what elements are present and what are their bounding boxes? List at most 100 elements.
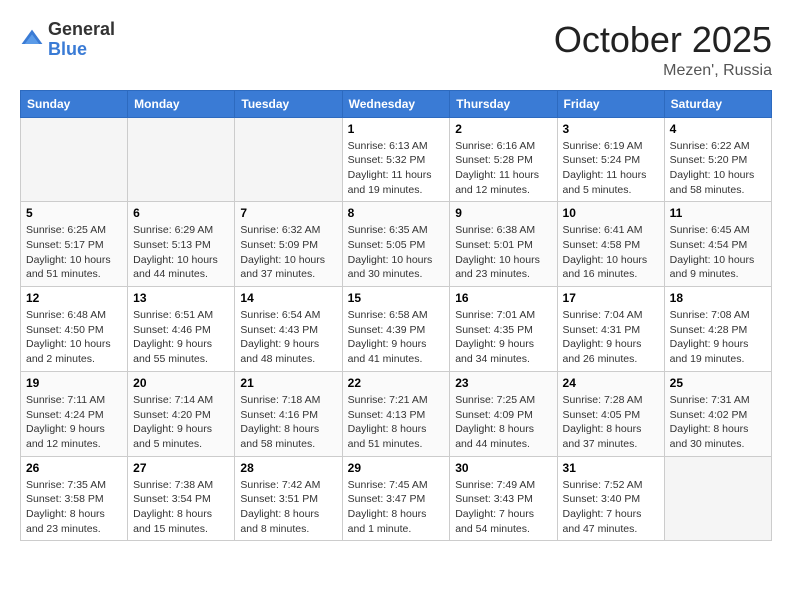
calendar-cell: 20 Sunrise: 7:14 AM Sunset: 4:20 PM Dayli…	[128, 371, 235, 456]
weekday-header-tuesday: Tuesday	[235, 90, 342, 117]
calendar-week-1: 1 Sunrise: 6:13 AM Sunset: 5:32 PM Daylig…	[21, 117, 772, 202]
location: Mezen', Russia	[554, 62, 772, 80]
day-detail: Sunrise: 7:45 AM Sunset: 3:47 PM Dayligh…	[348, 478, 445, 537]
weekday-header-friday: Friday	[557, 90, 664, 117]
day-detail: Sunrise: 6:32 AM Sunset: 5:09 PM Dayligh…	[240, 223, 336, 282]
day-number: 5	[26, 206, 122, 220]
day-number: 3	[563, 122, 659, 136]
day-detail: Sunrise: 7:25 AM Sunset: 4:09 PM Dayligh…	[455, 393, 551, 452]
day-detail: Sunrise: 7:21 AM Sunset: 4:13 PM Dayligh…	[348, 393, 445, 452]
day-detail: Sunrise: 7:42 AM Sunset: 3:51 PM Dayligh…	[240, 478, 336, 537]
month-title: October 2025	[554, 20, 772, 60]
day-number: 10	[563, 206, 659, 220]
calendar-table: SundayMondayTuesdayWednesdayThursdayFrid…	[20, 90, 772, 542]
day-number: 7	[240, 206, 336, 220]
calendar-cell: 12 Sunrise: 6:48 AM Sunset: 4:50 PM Dayli…	[21, 287, 128, 372]
day-detail: Sunrise: 7:52 AM Sunset: 3:40 PM Dayligh…	[563, 478, 659, 537]
day-number: 2	[455, 122, 551, 136]
calendar-cell: 30Sunrise: 7:49 AM Sunset: 3:43 PM Dayli…	[450, 456, 557, 541]
day-number: 15	[348, 291, 445, 305]
day-detail: Sunrise: 6:54 AM Sunset: 4:43 PM Dayligh…	[240, 308, 336, 367]
day-number: 23	[455, 376, 551, 390]
weekday-header-saturday: Saturday	[664, 90, 771, 117]
day-number: 27	[133, 461, 229, 475]
weekday-header-wednesday: Wednesday	[342, 90, 450, 117]
logo-blue: Blue	[48, 40, 115, 60]
day-number: 18	[670, 291, 766, 305]
day-number: 31	[563, 461, 659, 475]
day-number: 8	[348, 206, 445, 220]
calendar-week-3: 12 Sunrise: 6:48 AM Sunset: 4:50 PM Dayli…	[21, 287, 772, 372]
calendar-cell: 31 Sunrise: 7:52 AM Sunset: 3:40 PM Dayli…	[557, 456, 664, 541]
day-detail: Sunrise: 6:19 AM Sunset: 5:24 PM Dayligh…	[563, 139, 659, 198]
calendar-cell: 19Sunrise: 7:11 AM Sunset: 4:24 PM Dayli…	[21, 371, 128, 456]
logo-icon	[20, 28, 44, 52]
day-detail: Sunrise: 6:41 AM Sunset: 4:58 PM Dayligh…	[563, 223, 659, 282]
calendar-cell: 13 Sunrise: 6:51 AM Sunset: 4:46 PM Dayli…	[128, 287, 235, 372]
calendar-cell: 28 Sunrise: 7:42 AM Sunset: 3:51 PM Dayli…	[235, 456, 342, 541]
calendar-cell: 25 Sunrise: 7:31 AM Sunset: 4:02 PM Dayli…	[664, 371, 771, 456]
calendar-cell: 22 Sunrise: 7:21 AM Sunset: 4:13 PM Dayli…	[342, 371, 450, 456]
calendar-cell: 4 Sunrise: 6:22 AM Sunset: 5:20 PM Daylig…	[664, 117, 771, 202]
calendar-cell: 3 Sunrise: 6:19 AM Sunset: 5:24 PM Daylig…	[557, 117, 664, 202]
logo: General Blue	[20, 20, 115, 60]
day-detail: Sunrise: 7:04 AM Sunset: 4:31 PM Dayligh…	[563, 308, 659, 367]
day-detail: Sunrise: 6:29 AM Sunset: 5:13 PM Dayligh…	[133, 223, 229, 282]
day-detail: Sunrise: 6:48 AM Sunset: 4:50 PM Dayligh…	[26, 308, 122, 367]
calendar-cell: 7 Sunrise: 6:32 AM Sunset: 5:09 PM Daylig…	[235, 202, 342, 287]
day-detail: Sunrise: 7:08 AM Sunset: 4:28 PM Dayligh…	[670, 308, 766, 367]
day-number: 26	[26, 461, 122, 475]
day-number: 25	[670, 376, 766, 390]
calendar-week-2: 5Sunrise: 6:25 AM Sunset: 5:17 PM Daylig…	[21, 202, 772, 287]
day-detail: Sunrise: 7:14 AM Sunset: 4:20 PM Dayligh…	[133, 393, 229, 452]
day-number: 29	[348, 461, 445, 475]
calendar-cell: 18 Sunrise: 7:08 AM Sunset: 4:28 PM Dayli…	[664, 287, 771, 372]
day-number: 11	[670, 206, 766, 220]
calendar-cell: 16Sunrise: 7:01 AM Sunset: 4:35 PM Dayli…	[450, 287, 557, 372]
day-number: 13	[133, 291, 229, 305]
title-block: October 2025 Mezen', Russia	[554, 20, 772, 80]
weekday-header-thursday: Thursday	[450, 90, 557, 117]
day-number: 24	[563, 376, 659, 390]
page-header: General Blue October 2025 Mezen', Russia	[20, 20, 772, 80]
calendar-cell: 17 Sunrise: 7:04 AM Sunset: 4:31 PM Dayli…	[557, 287, 664, 372]
calendar-week-5: 26Sunrise: 7:35 AM Sunset: 3:58 PM Dayli…	[21, 456, 772, 541]
day-number: 17	[563, 291, 659, 305]
weekday-header-row: SundayMondayTuesdayWednesdayThursdayFrid…	[21, 90, 772, 117]
day-number: 6	[133, 206, 229, 220]
calendar-cell	[128, 117, 235, 202]
calendar-cell: 9Sunrise: 6:38 AM Sunset: 5:01 PM Daylig…	[450, 202, 557, 287]
day-number: 4	[670, 122, 766, 136]
day-number: 28	[240, 461, 336, 475]
logo-text: General Blue	[48, 20, 115, 60]
day-number: 14	[240, 291, 336, 305]
calendar-cell	[235, 117, 342, 202]
day-detail: Sunrise: 7:49 AM Sunset: 3:43 PM Dayligh…	[455, 478, 551, 537]
calendar-cell: 27 Sunrise: 7:38 AM Sunset: 3:54 PM Dayli…	[128, 456, 235, 541]
day-detail: Sunrise: 7:31 AM Sunset: 4:02 PM Dayligh…	[670, 393, 766, 452]
day-detail: Sunrise: 6:35 AM Sunset: 5:05 PM Dayligh…	[348, 223, 445, 282]
day-number: 16	[455, 291, 551, 305]
calendar-week-4: 19Sunrise: 7:11 AM Sunset: 4:24 PM Dayli…	[21, 371, 772, 456]
day-detail: Sunrise: 6:45 AM Sunset: 4:54 PM Dayligh…	[670, 223, 766, 282]
day-detail: Sunrise: 7:38 AM Sunset: 3:54 PM Dayligh…	[133, 478, 229, 537]
day-number: 19	[26, 376, 122, 390]
day-detail: Sunrise: 6:22 AM Sunset: 5:20 PM Dayligh…	[670, 139, 766, 198]
calendar-cell: 23 Sunrise: 7:25 AM Sunset: 4:09 PM Dayli…	[450, 371, 557, 456]
day-number: 12	[26, 291, 122, 305]
day-detail: Sunrise: 6:13 AM Sunset: 5:32 PM Dayligh…	[348, 139, 445, 198]
day-number: 9	[455, 206, 551, 220]
calendar-cell	[21, 117, 128, 202]
calendar-cell: 21Sunrise: 7:18 AM Sunset: 4:16 PM Dayli…	[235, 371, 342, 456]
weekday-header-sunday: Sunday	[21, 90, 128, 117]
day-detail: Sunrise: 7:28 AM Sunset: 4:05 PM Dayligh…	[563, 393, 659, 452]
day-detail: Sunrise: 6:51 AM Sunset: 4:46 PM Dayligh…	[133, 308, 229, 367]
calendar-cell: 5Sunrise: 6:25 AM Sunset: 5:17 PM Daylig…	[21, 202, 128, 287]
day-number: 1	[348, 122, 445, 136]
calendar-cell: 29 Sunrise: 7:45 AM Sunset: 3:47 PM Dayli…	[342, 456, 450, 541]
day-number: 20	[133, 376, 229, 390]
calendar-cell: 6 Sunrise: 6:29 AM Sunset: 5:13 PM Daylig…	[128, 202, 235, 287]
calendar-cell: 1 Sunrise: 6:13 AM Sunset: 5:32 PM Daylig…	[342, 117, 450, 202]
day-number: 22	[348, 376, 445, 390]
logo-general: General	[48, 20, 115, 40]
